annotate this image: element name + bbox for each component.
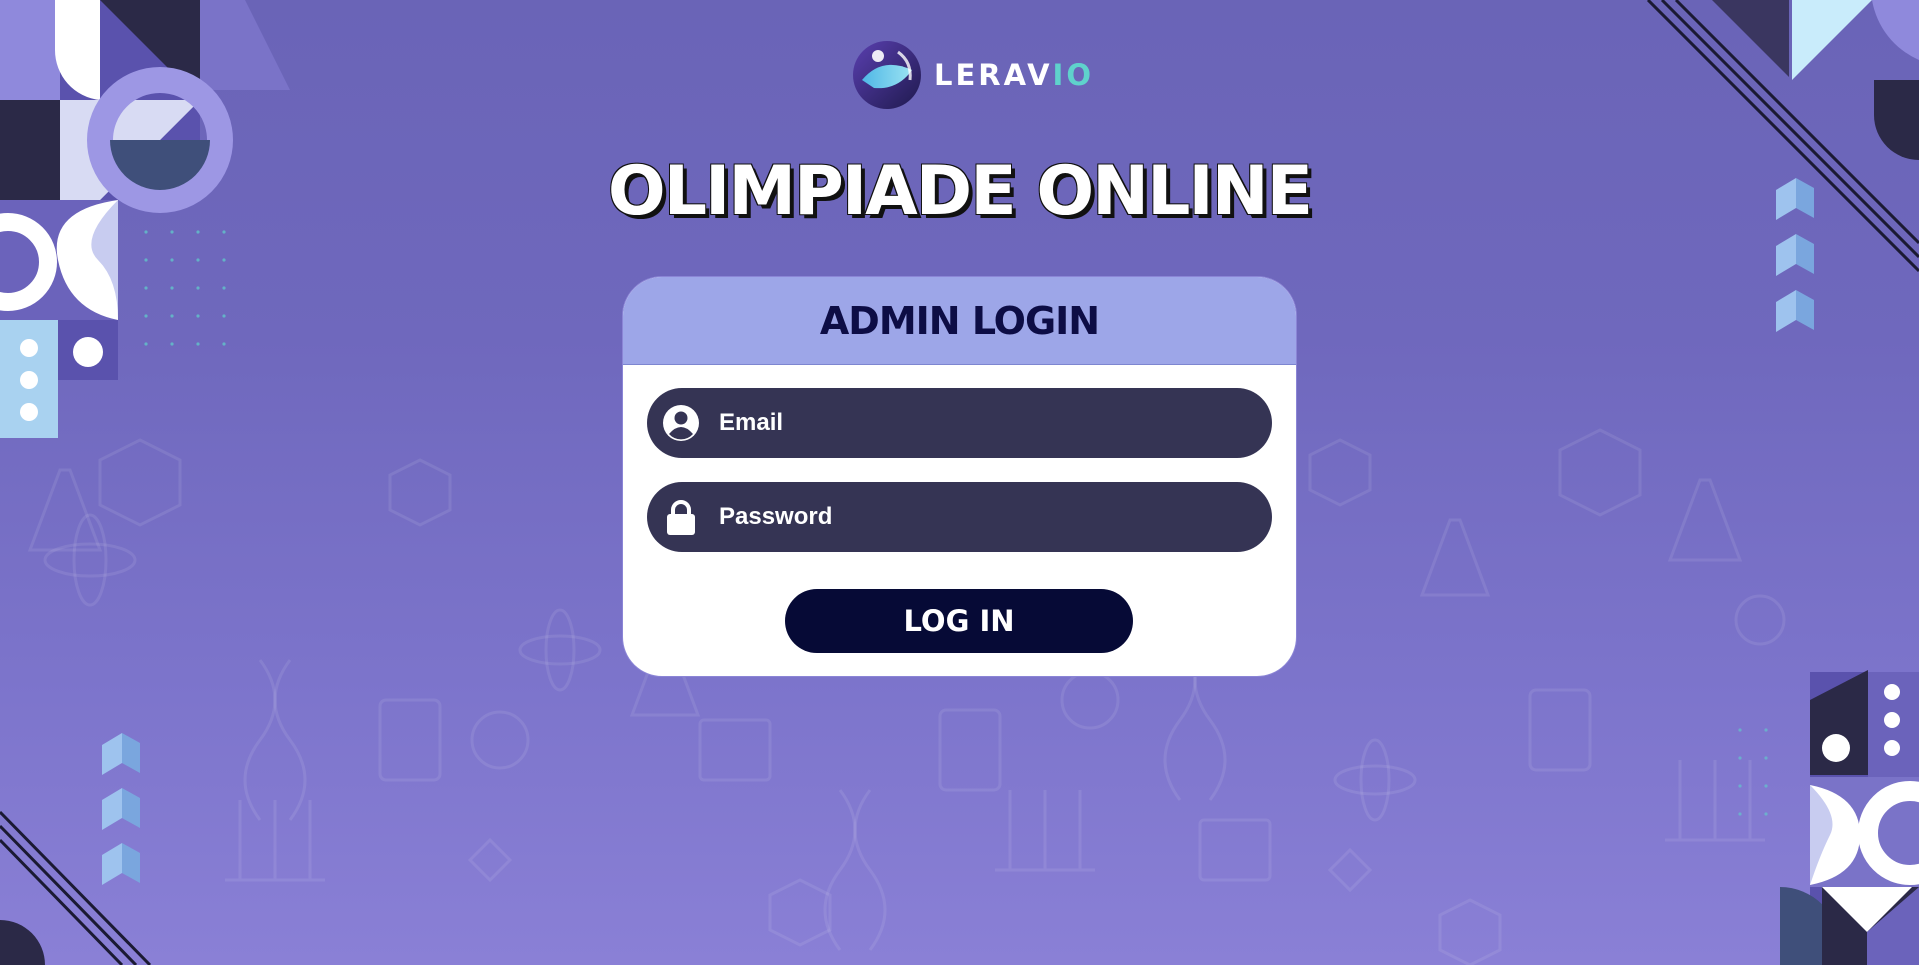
corner-decoration-bottom-left — [0, 733, 152, 965]
password-input[interactable] — [719, 503, 1259, 531]
brand-name: LERAVIO — [934, 58, 1094, 92]
dot-grid-left — [144, 230, 226, 346]
login-card-header: ADMIN LOGIN — [623, 277, 1296, 365]
corner-decoration-bottom-right — [1780, 670, 1919, 965]
login-card: ADMIN LOGIN LOG IN — [622, 276, 1297, 677]
leravio-logo-icon — [853, 41, 921, 109]
lock-icon — [667, 500, 695, 535]
page-title: OLIMPIADE ONLINE — [607, 152, 1313, 231]
brand-logo: LERAVIO — [850, 38, 1094, 112]
login-heading: ADMIN LOGIN — [819, 298, 1100, 343]
email-field[interactable] — [647, 388, 1272, 458]
email-input[interactable] — [719, 409, 1259, 437]
password-field[interactable] — [647, 482, 1272, 552]
user-icon — [663, 405, 699, 441]
login-button[interactable]: LOG IN — [785, 589, 1133, 653]
dot-grid-right — [1738, 728, 1768, 816]
